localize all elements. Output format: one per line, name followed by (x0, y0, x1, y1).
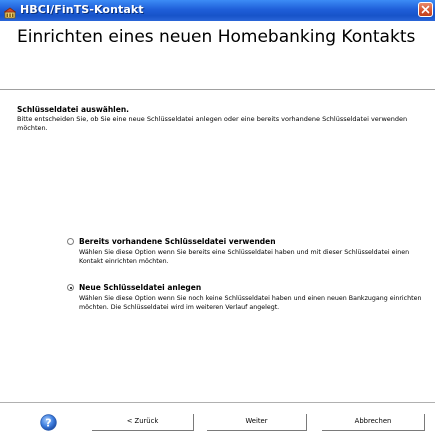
help-icon[interactable]: ? (40, 414, 57, 431)
wizard-header: Einrichten eines neuen Homebanking Konta… (0, 21, 435, 89)
next-button[interactable]: Weiter (207, 414, 307, 431)
cancel-button-label: Abbrechen (354, 417, 392, 425)
section-title: Schlüsseldatei auswählen. (17, 105, 130, 114)
option-existing-label[interactable]: Bereits vorhandene Schlüsseldatei verwen… (79, 237, 276, 246)
radio-new-keyfile[interactable] (67, 284, 74, 291)
hbci-app-icon (3, 4, 17, 19)
option-new-keyfile[interactable]: Neue Schlüsseldatei anlegen Wählen Sie d… (67, 283, 427, 333)
next-button-label: Weiter (245, 417, 268, 425)
wizard-footer: ? < Zurück Weiter Abbrechen (0, 403, 435, 439)
title-bar[interactable]: HBCI/FinTS-Kontakt (0, 0, 435, 21)
option-new-label[interactable]: Neue Schlüsseldatei anlegen (79, 283, 201, 292)
close-button[interactable] (418, 2, 433, 17)
window-title: HBCI/FinTS-Kontakt (20, 3, 144, 16)
page-title: Einrichten eines neuen Homebanking Konta… (17, 27, 416, 47)
radio-existing-keyfile[interactable] (67, 238, 74, 245)
cancel-button[interactable]: Abbrechen (322, 414, 425, 431)
option-existing-keyfile[interactable]: Bereits vorhandene Schlüsseldatei verwen… (67, 237, 427, 277)
back-button[interactable]: < Zurück (92, 414, 194, 431)
option-new-description: Wählen Sie diese Option wenn Sie noch ke… (79, 295, 422, 311)
back-button-label: < Zurück (126, 417, 159, 425)
dialog-window: HBCI/FinTS-Kontakt Einrichten eines neue… (0, 0, 435, 439)
section-description: Bitte entscheiden Sie, ob Sie eine neue … (17, 115, 408, 132)
svg-text:?: ? (45, 417, 51, 430)
option-existing-description: Wählen Sie diese Option wenn Sie bereits… (79, 249, 410, 265)
close-icon (421, 5, 430, 14)
